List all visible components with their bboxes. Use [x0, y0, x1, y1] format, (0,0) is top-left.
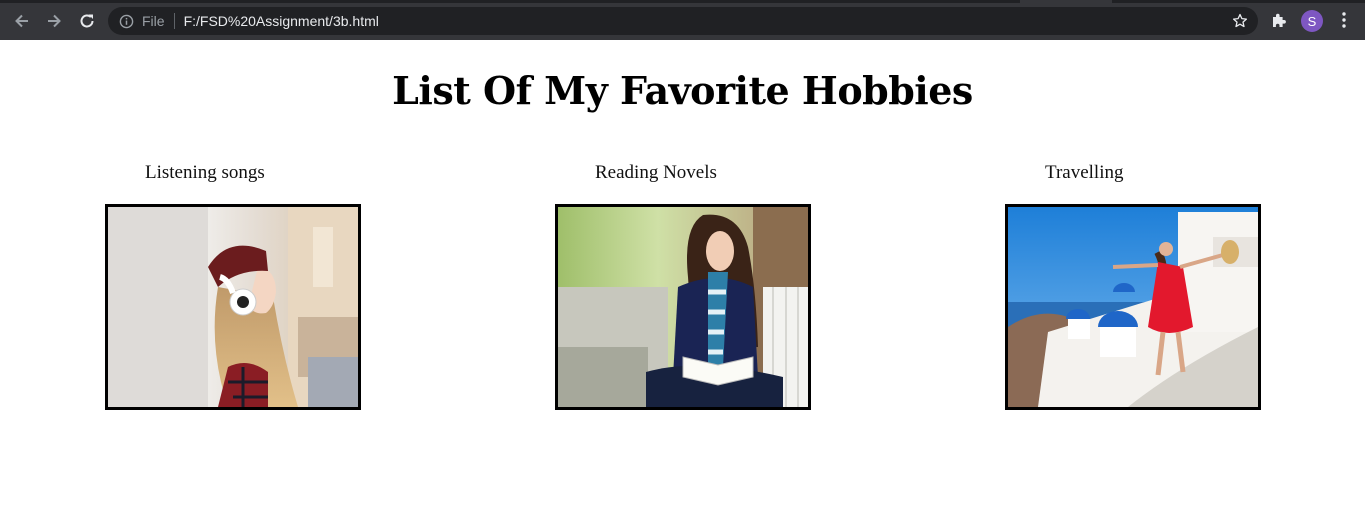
hobby-image-travelling — [1005, 204, 1261, 410]
page-title: List Of My Favorite Hobbies — [392, 68, 973, 113]
tab-strip — [0, 0, 1365, 3]
girl-with-headphones-image — [108, 207, 358, 407]
extensions-puzzle-icon[interactable] — [1271, 12, 1287, 33]
woman-travelling-santorini-image — [1008, 207, 1258, 407]
profile-avatar[interactable]: S — [1301, 10, 1323, 32]
hobby-caption: Travelling — [1045, 162, 1124, 183]
hobby-card-listening: Listening songs — [105, 160, 361, 410]
omnibox-divider — [173, 13, 175, 29]
url-text[interactable]: F:/FSD%20Assignment/3b.html — [184, 13, 379, 29]
hobby-image-reading — [555, 204, 811, 410]
scheme-label: File — [142, 13, 165, 29]
hobby-caption: Listening songs — [145, 162, 265, 183]
site-info-icon[interactable] — [119, 14, 134, 29]
reload-button[interactable] — [76, 10, 98, 32]
girl-reading-book-image — [558, 207, 808, 407]
active-tab[interactable] — [1020, 0, 1112, 3]
more-menu-icon[interactable] — [1337, 11, 1351, 34]
forward-button[interactable] — [43, 10, 65, 32]
hobby-image-listening — [105, 204, 361, 410]
hobby-card-reading: Reading Novels — [555, 160, 811, 410]
address-bar[interactable]: File F:/FSD%20Assignment/3b.html — [108, 7, 1258, 35]
arrow-left-icon — [15, 14, 28, 28]
reload-icon — [80, 14, 94, 28]
arrow-right-icon — [48, 14, 61, 28]
hobby-caption: Reading Novels — [595, 162, 717, 183]
browser-toolbar: File F:/FSD%20Assignment/3b.html S — [0, 0, 1365, 40]
back-button[interactable] — [11, 10, 33, 32]
hobby-card-travelling: Travelling — [1005, 160, 1261, 410]
bookmark-star-icon[interactable] — [1232, 13, 1248, 34]
